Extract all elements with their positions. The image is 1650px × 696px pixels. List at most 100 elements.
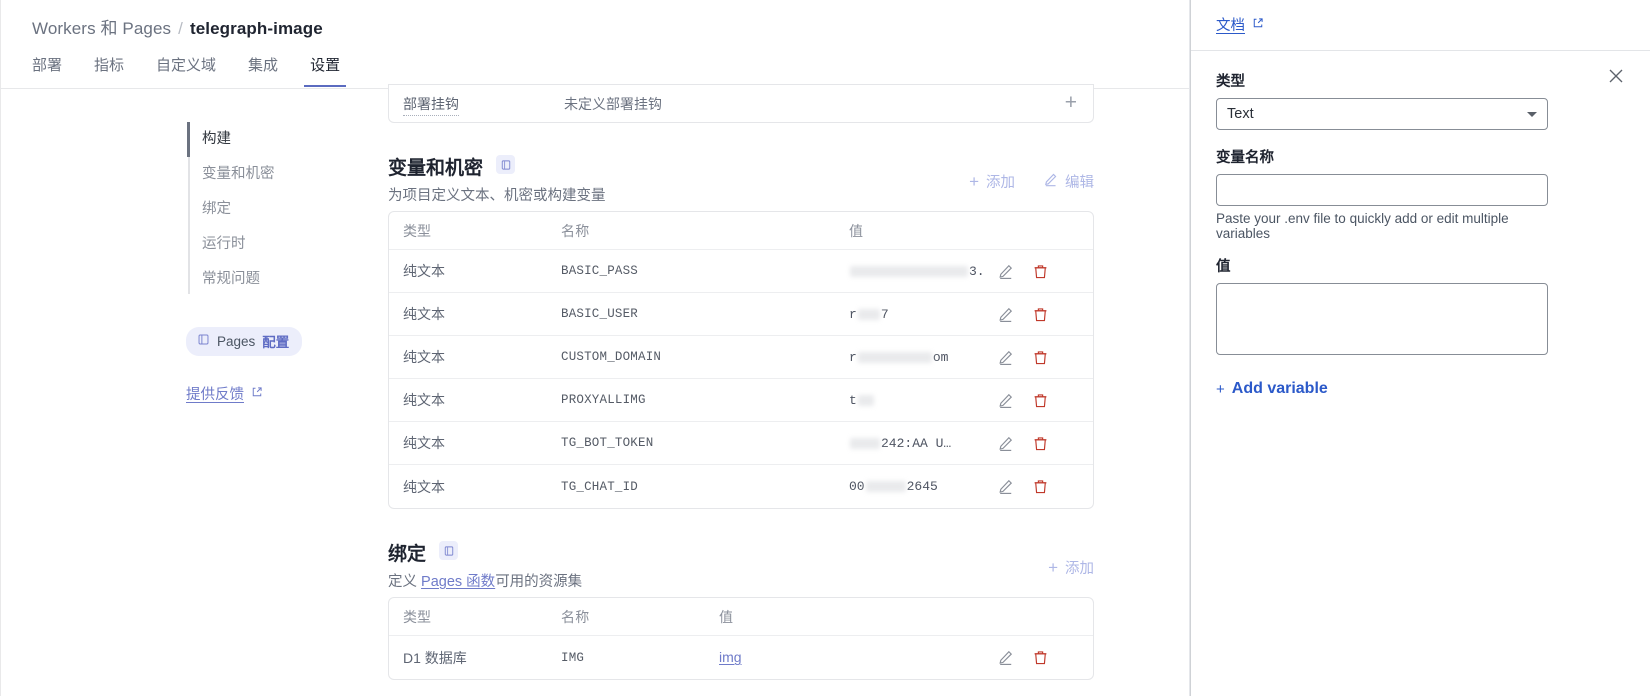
panel-top-bar: 文档 — [1191, 0, 1650, 51]
variable-value-prefix: 00 — [849, 479, 865, 494]
variables-table-header: 类型 名称 值 — [389, 212, 1093, 250]
project-tabs: 部署 指标 自定义域 集成 设置 — [16, 54, 356, 87]
main-content-area: Workers 和 Pages / telegraph-image 部署 指标 自定… — [0, 0, 1190, 696]
row-actions — [997, 349, 1093, 366]
tab-metrics[interactable]: 指标 — [78, 54, 140, 87]
delete-row-icon[interactable] — [1032, 349, 1049, 366]
tab-metrics-label: 指标 — [94, 57, 125, 74]
subnav-item-bindings[interactable]: 绑定 — [188, 192, 358, 227]
docs-icon[interactable] — [496, 155, 516, 174]
documentation-link[interactable]: 文档 — [1216, 14, 1264, 35]
bindings-section-subtitle: 定义 Pages 函数可用的资源集 — [388, 570, 1094, 591]
row-actions — [997, 649, 1093, 666]
external-link-icon — [1252, 17, 1264, 33]
variable-name: TG_BOT_TOKEN — [561, 436, 654, 450]
edit-row-icon[interactable] — [997, 263, 1014, 280]
variable-value-prefix: r — [849, 349, 857, 365]
edit-row-icon[interactable] — [997, 649, 1014, 666]
variables-and-secrets-section: 变量和机密 为项目定义文本、机密或构建变量 + 添加 编辑 类型 名称 值 纯文… — [388, 153, 1094, 509]
bindings-subtitle-pre: 定义 — [388, 574, 422, 590]
bindings-section: 绑定 定义 Pages 函数可用的资源集 + 添加 类型 名称 值 D1 数据库… — [388, 539, 1094, 680]
breadcrumb-separator: / — [178, 19, 183, 38]
subnav-item-runtime[interactable]: 运行时 — [188, 227, 358, 262]
pages-config-badge-label: 配置 — [262, 335, 290, 350]
subnav-item-bindings-label: 绑定 — [202, 201, 231, 217]
variable-name-field-label: 变量名称 — [1216, 150, 1274, 166]
value-field-label: 值 — [1216, 259, 1231, 275]
variable-value: 242:AA U… — [849, 436, 997, 451]
variables-edit-button[interactable]: 编辑 — [1043, 171, 1094, 192]
subnav-item-variables-and-secrets[interactable]: 变量和机密 — [188, 157, 358, 192]
bindings-add-button[interactable]: + 添加 — [1048, 557, 1094, 578]
binding-value-link[interactable]: img — [719, 649, 742, 665]
variable-value: t — [849, 393, 997, 408]
table-row: 纯文本 TG_BOT_TOKEN 242:AA U… — [389, 422, 1093, 465]
delete-row-icon[interactable] — [1032, 435, 1049, 452]
variables-col-type: 类型 — [403, 222, 431, 239]
bindings-col-value: 值 — [719, 608, 733, 625]
tab-custom-domains[interactable]: 自定义域 — [140, 54, 232, 87]
tab-custom-domains-label: 自定义域 — [156, 57, 217, 74]
pages-functions-link[interactable]: Pages 函数 — [421, 574, 495, 590]
binding-value: img — [719, 649, 997, 666]
variable-value: r7 — [849, 307, 997, 322]
tab-integrations[interactable]: 集成 — [232, 54, 294, 87]
deploy-hook-top-divider — [389, 84, 1093, 85]
add-variable-button[interactable]: + Add variable — [1216, 380, 1328, 398]
plus-icon: + — [1216, 380, 1225, 398]
variable-type: 纯文本 — [403, 435, 445, 451]
breadcrumb: Workers 和 Pages / telegraph-image — [32, 14, 323, 39]
variable-value-suffix: 2645 — [906, 479, 938, 494]
add-variable-button-label: Add variable — [1231, 380, 1328, 397]
breadcrumb-root-link[interactable]: Workers 和 Pages — [32, 19, 171, 38]
variable-value-suffix: 7 — [880, 306, 889, 322]
variable-value-textarea[interactable] — [1216, 283, 1548, 355]
bindings-table: 类型 名称 值 D1 数据库 IMG img — [388, 597, 1094, 680]
documentation-link-label: 文档 — [1216, 18, 1245, 34]
edit-row-icon[interactable] — [997, 435, 1014, 452]
delete-row-icon[interactable] — [1032, 392, 1049, 409]
variable-name-input[interactable] — [1216, 174, 1548, 206]
breadcrumb-current-project: telegraph-image — [189, 19, 323, 38]
delete-row-icon[interactable] — [1032, 649, 1049, 666]
table-row: 纯文本 TG_CHAT_ID 00 2645 — [389, 465, 1093, 508]
table-row: 纯文本 BASIC_PASS 3. — [389, 250, 1093, 293]
variable-type: 纯文本 — [403, 392, 445, 408]
tab-settings-label: 设置 — [310, 57, 341, 74]
tab-deployments[interactable]: 部署 — [16, 54, 78, 87]
delete-row-icon[interactable] — [1032, 263, 1049, 280]
edit-row-icon[interactable] — [997, 306, 1014, 323]
deploy-hook-value: 未定义部署挂钩 — [564, 96, 662, 112]
table-row: 纯文本 BASIC_USER r7 — [389, 293, 1093, 336]
variables-col-name: 名称 — [561, 222, 590, 239]
bindings-subtitle-post: 可用的资源集 — [495, 574, 583, 590]
table-row: 纯文本 CUSTOM_DOMAIN r om — [389, 336, 1093, 379]
row-actions — [997, 435, 1093, 452]
delete-row-icon[interactable] — [1032, 306, 1049, 323]
row-actions — [997, 478, 1093, 495]
panel-divider — [1191, 50, 1650, 51]
delete-row-icon[interactable] — [1032, 478, 1049, 495]
variables-col-value: 值 — [849, 222, 863, 239]
subnav-item-build[interactable]: 构建 — [187, 122, 358, 157]
bindings-section-title: 绑定 — [388, 544, 427, 565]
deploy-hook-add-button[interactable]: + — [1065, 92, 1077, 113]
bindings-add-button-label: 添加 — [1065, 561, 1094, 577]
close-icon[interactable] — [1606, 66, 1626, 86]
subnav-item-general-issues[interactable]: 常规问题 — [188, 262, 358, 297]
row-actions — [997, 306, 1093, 323]
variable-name: PROXYALLIMG — [561, 393, 646, 407]
type-select-value: Text — [1227, 106, 1254, 122]
variables-add-button[interactable]: + 添加 — [969, 171, 1015, 192]
edit-row-icon[interactable] — [997, 392, 1014, 409]
type-select[interactable]: Text — [1216, 98, 1548, 130]
tab-settings[interactable]: 设置 — [294, 54, 356, 87]
table-row: 纯文本 PROXYALLIMG t — [389, 379, 1093, 422]
docs-icon[interactable] — [439, 541, 459, 560]
edit-row-icon[interactable] — [997, 478, 1014, 495]
feedback-link[interactable]: 提供反馈 — [186, 383, 263, 404]
variable-value-suffix: 242:AA U… — [881, 435, 952, 451]
edit-row-icon[interactable] — [997, 349, 1014, 366]
env-paste-helper-text: Paste your .env file to quickly add or e… — [1216, 211, 1509, 241]
pages-config-badge[interactable]: Pages 配置 — [186, 327, 303, 356]
